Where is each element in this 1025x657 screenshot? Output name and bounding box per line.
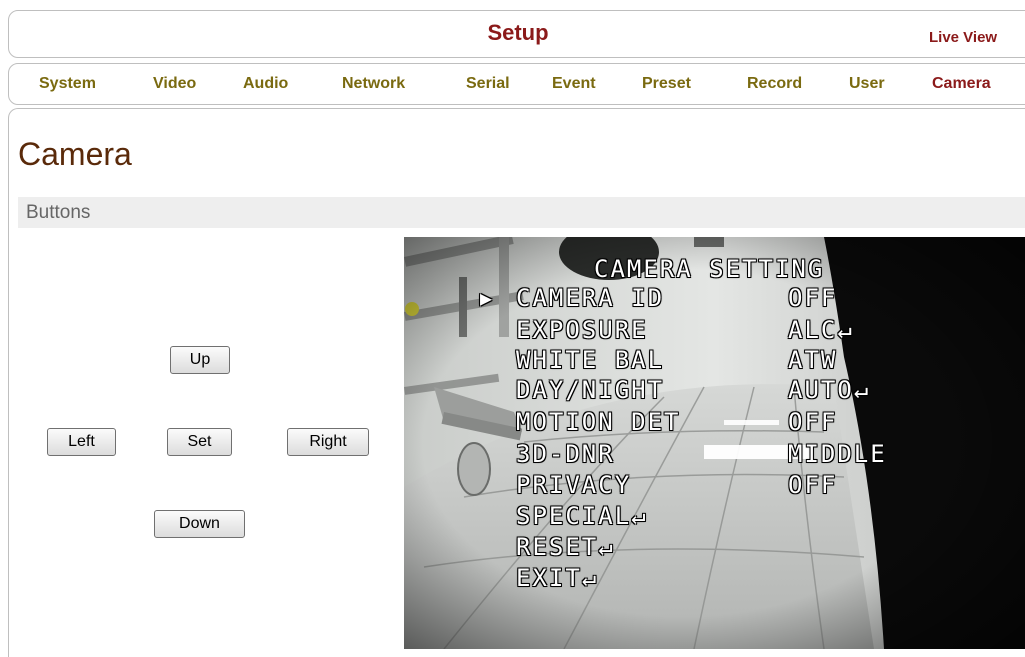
- tab-camera[interactable]: Camera: [932, 75, 991, 93]
- tab-network[interactable]: Network: [342, 75, 405, 93]
- osd-item-value: ATW: [788, 346, 838, 374]
- osd-item-label: RESET↵: [516, 533, 615, 561]
- header-bar: Setup Live View: [8, 10, 1025, 58]
- osd-item-label: EXPOSURE: [516, 316, 648, 344]
- tab-user[interactable]: User: [849, 75, 885, 93]
- osd-item-label: WHITE BAL: [516, 346, 665, 374]
- osd-item-label: PRIVACY: [516, 471, 632, 499]
- section-label: Buttons: [26, 202, 91, 223]
- video-scene: [404, 237, 1025, 649]
- page-title: Camera: [18, 136, 132, 172]
- osd-item-label: EXIT↵: [516, 564, 599, 592]
- osd-item-value: ALC↵: [788, 316, 854, 344]
- left-button[interactable]: Left: [47, 428, 116, 456]
- tab-record[interactable]: Record: [747, 75, 802, 93]
- osd-item-label: DAY/NIGHT: [516, 376, 665, 404]
- osd-title: CAMERA SETTING: [594, 255, 825, 283]
- osd-cursor-icon: ▶: [480, 286, 495, 310]
- tab-serial[interactable]: Serial: [466, 75, 510, 93]
- live-view-link[interactable]: Live View: [929, 29, 997, 46]
- down-button[interactable]: Down: [154, 510, 245, 538]
- osd-item-value: OFF: [788, 284, 838, 312]
- camera-video-feed[interactable]: CAMERA SETTING ▶ CAMERA ID OFF EXPOSURE …: [404, 237, 1025, 649]
- tab-audio[interactable]: Audio: [243, 75, 288, 93]
- osd-item-value: AUTO↵: [788, 376, 871, 404]
- tab-preset[interactable]: Preset: [642, 75, 691, 93]
- tab-video[interactable]: Video: [153, 75, 196, 93]
- right-button[interactable]: Right: [287, 428, 369, 456]
- nav-tabs: System Video Audio Network Serial Event …: [8, 63, 1025, 105]
- tab-system[interactable]: System: [39, 75, 96, 93]
- page-header-title: Setup: [487, 20, 549, 45]
- osd-item-label: MOTION DET: [516, 408, 681, 436]
- section-header: Buttons: [18, 197, 1025, 228]
- up-button[interactable]: Up: [170, 346, 230, 374]
- osd-item-label: SPECIAL↵: [516, 502, 648, 530]
- osd-item-value: OFF: [788, 471, 838, 499]
- osd-item-label: CAMERA ID: [516, 284, 665, 312]
- osd-item-value: OFF: [788, 408, 838, 436]
- tab-event[interactable]: Event: [552, 75, 596, 93]
- set-button[interactable]: Set: [167, 428, 232, 456]
- osd-item-label: 3D-DNR: [516, 440, 615, 468]
- osd-item-value: MIDDLE: [788, 440, 887, 468]
